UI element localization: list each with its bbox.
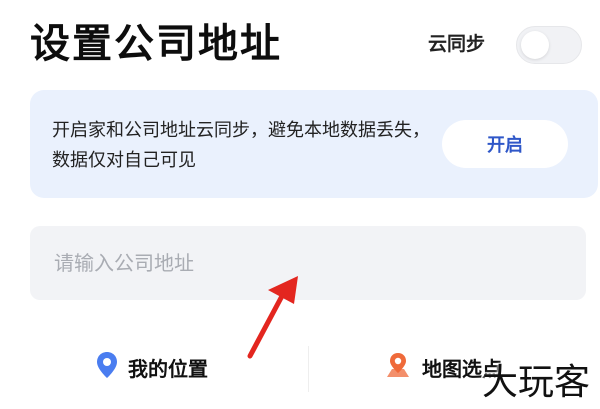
cloud-sync-toggle[interactable] (516, 26, 582, 64)
address-input-box[interactable] (30, 226, 586, 300)
page-title: 设置公司地址 (30, 21, 282, 67)
cloud-sync-label: 云同步 (428, 33, 486, 55)
my-location-label: 我的位置 (128, 356, 208, 381)
toggle-knob (521, 31, 549, 59)
map-pin-icon (384, 351, 412, 384)
divider (308, 346, 309, 392)
watermark: 大玩客 (481, 362, 590, 403)
company-address-input[interactable] (54, 226, 554, 300)
sync-banner-text: 开启家和公司地址云同步，避免本地数据丢失，数据仅对自己可见 (52, 120, 430, 171)
enable-sync-button[interactable]: 开启 (442, 120, 568, 168)
location-pin-icon (96, 351, 118, 384)
my-location-button[interactable]: 我的位置 (96, 336, 208, 398)
